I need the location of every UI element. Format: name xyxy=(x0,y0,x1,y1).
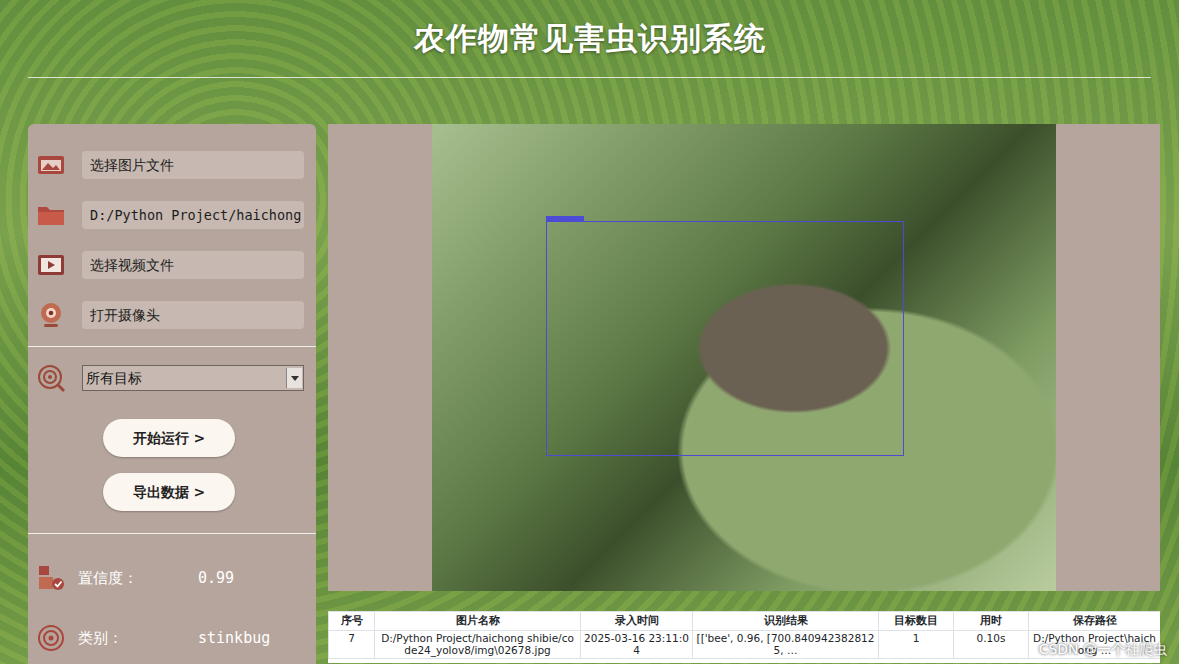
sidebar-item[interactable]: 选择视频文件 xyxy=(34,240,304,290)
stat-row: 置信度： 0.99 xyxy=(34,548,304,608)
table-row[interactable]: 7D:/Python Project/haichong shibie/code2… xyxy=(329,630,1161,658)
column-header[interactable]: 录入时间 xyxy=(581,612,693,631)
stat-row: 类别： stinkbug xyxy=(34,608,304,664)
column-header[interactable]: 识别结果 xyxy=(693,612,879,631)
column-header[interactable]: 序号 xyxy=(329,612,375,631)
run-button[interactable]: 开始运行 > xyxy=(103,419,235,457)
sidebar-item[interactable]: D:/Python Project/haichong xyxy=(34,190,304,240)
watermark: CSDN @一个社爬虫 xyxy=(1039,639,1167,660)
action-buttons: 开始运行 > 导出数据 > xyxy=(34,403,304,527)
video-icon xyxy=(34,250,68,280)
result-table-panel: 序号图片名称录入时间识别结果目标数目用时保存路径7D:/Python Proje… xyxy=(328,611,1160,663)
main-area: 选择图片文件 D:/Python Project/haichong 选择视频文件打开… xyxy=(0,78,1179,664)
class-icon xyxy=(34,623,68,653)
table-header: 序号图片名称录入时间识别结果目标数目用时保存路径 xyxy=(329,612,1161,631)
folder-icon xyxy=(34,200,68,230)
image-file-icon xyxy=(34,150,68,180)
sidebar-item[interactable]: 打开摄像头 xyxy=(34,290,304,340)
detection-photo xyxy=(432,124,1056,591)
webcam-icon xyxy=(34,300,68,330)
result-table: 序号图片名称录入时间识别结果目标数目用时保存路径7D:/Python Proje… xyxy=(328,611,1160,659)
confidence-icon xyxy=(34,563,68,593)
target-dropdown[interactable]: 所有目标 xyxy=(82,365,304,391)
column-header[interactable]: 图片名称 xyxy=(375,612,581,631)
export-button[interactable]: 导出数据 > xyxy=(103,473,235,511)
title-bar: 农作物常见害虫识别系统 xyxy=(28,0,1151,78)
box-tag xyxy=(546,216,584,222)
sidebar-item[interactable]: 选择图片文件 xyxy=(34,140,304,190)
table-cell: [['bee', 0.96, [700.8409423828125, … xyxy=(693,630,879,658)
image-viewer xyxy=(328,124,1160,591)
dropdown-value: 所有目标 xyxy=(86,370,142,386)
target-icon xyxy=(34,363,68,393)
table-cell: D:/Python Project/haichong shibie/code24… xyxy=(375,630,581,658)
table-cell: 2025-03-16 23:11:04 xyxy=(581,630,693,658)
app-title: 农作物常见害虫识别系统 xyxy=(414,20,766,57)
column-header[interactable]: 目标数目 xyxy=(879,612,954,631)
table-cell: 1 xyxy=(879,630,954,658)
sidebar-field[interactable]: 选择图片文件 xyxy=(82,151,304,179)
bounding-box xyxy=(546,221,904,456)
sidebar-field[interactable]: D:/Python Project/haichong xyxy=(82,201,304,229)
target-filter: 所有目标 xyxy=(34,353,304,403)
table-cell: 7 xyxy=(329,630,375,658)
stat-value: stinkbug xyxy=(198,627,270,650)
table-cell: 0.10s xyxy=(954,630,1029,658)
separator xyxy=(28,533,316,534)
column-header[interactable]: 用时 xyxy=(954,612,1029,631)
stat-value: 0.99 xyxy=(198,567,234,590)
separator xyxy=(28,346,316,347)
control-panel: 选择图片文件 D:/Python Project/haichong 选择视频文件打开… xyxy=(28,124,316,664)
sidebar-field[interactable]: 选择视频文件 xyxy=(82,251,304,279)
stat-label: 置信度： xyxy=(78,567,188,590)
stat-label: 类别： xyxy=(78,627,188,650)
dropdown-arrow-icon[interactable] xyxy=(286,368,302,388)
column-header[interactable]: 保存路径 xyxy=(1029,612,1161,631)
result-area: 序号图片名称录入时间识别结果目标数目用时保存路径7D:/Python Proje… xyxy=(328,124,1160,664)
sidebar-field[interactable]: 打开摄像头 xyxy=(82,301,304,329)
result-stats: 置信度： 0.99 类别： stinkbug xyxy=(34,540,304,664)
